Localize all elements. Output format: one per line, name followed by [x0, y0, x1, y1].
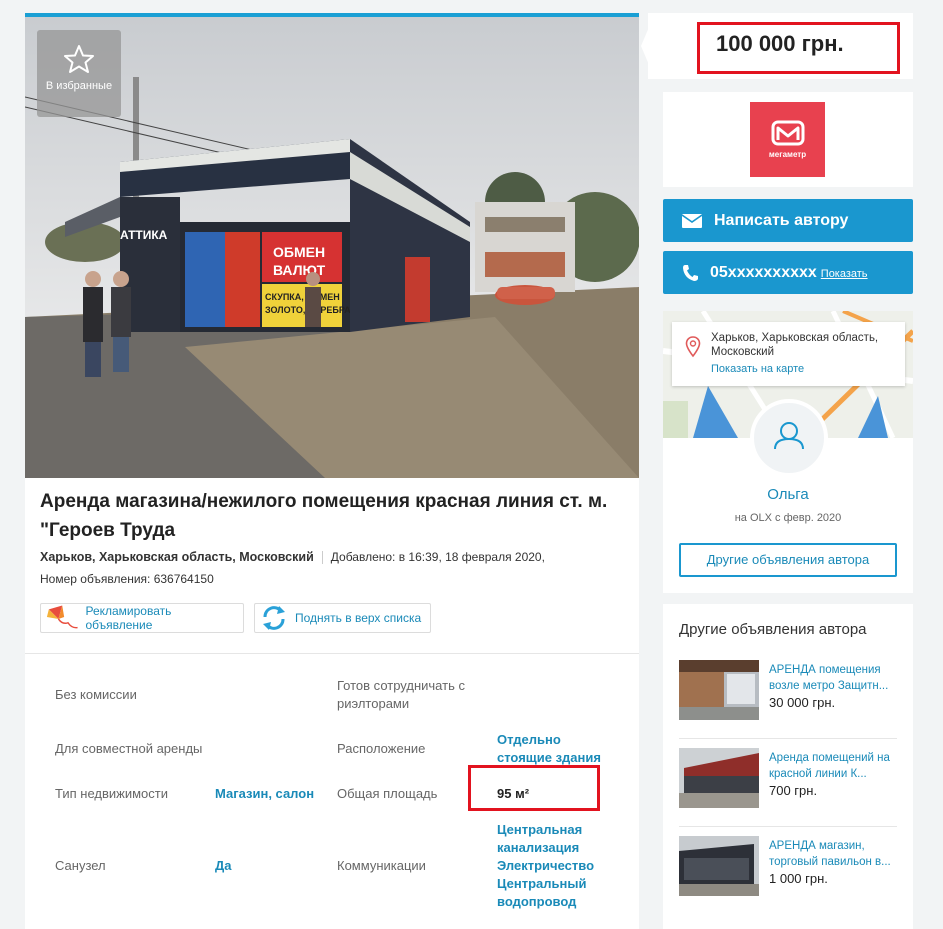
phone-icon [683, 264, 698, 281]
param-no-commission: Без комиссии [55, 687, 137, 702]
param-location-label: Расположение [337, 741, 426, 756]
param-comm-values[interactable]: Центральная канализация Электричество Це… [497, 821, 594, 911]
author-since: на OLX с февр. 2020 [734, 512, 842, 524]
other-ad-title-line: АРЕНДА магазин, [769, 840, 865, 852]
listing-title: Аренда магазина/нежилого помещения красн… [40, 491, 608, 541]
other-ads-title: Другие объявления автора [679, 621, 867, 638]
raise-button[interactable]: Поднять в верх списка [254, 603, 431, 633]
seller-logo-box: мегаметр [663, 92, 913, 187]
write-author-label: Написать автору [714, 211, 849, 229]
other-ad-thumbnail [679, 748, 759, 808]
other-ad-title: Аренда помещений на красной линии К... [769, 750, 901, 782]
photo-sign-exchange-1: ОБМЕН [273, 244, 325, 260]
other-ad-title-line: возле метро Защитн... [769, 680, 889, 692]
photo-sign-buy-1: СКУПКА, ОБМЕН [265, 292, 340, 302]
section-divider [25, 653, 639, 654]
logo-mark-icon [771, 120, 805, 146]
other-ad-thumbnail [679, 660, 759, 720]
meta-divider [321, 551, 323, 565]
comm-line: канализация [497, 840, 580, 855]
show-on-map-link[interactable]: Показать на карте [711, 363, 804, 375]
phone-number: 05xxxxxxxxxx [710, 263, 817, 281]
star-icon [64, 45, 94, 73]
envelope-icon [682, 213, 702, 228]
param-comm-label: Коммуникации [337, 858, 426, 873]
param-ready-realtors: Готов сотрудничать с риэлторами [337, 678, 465, 711]
other-ad-thumbnail [679, 836, 759, 896]
map-address-line-2: Московский [711, 346, 775, 358]
param-bathroom-value[interactable]: Да [215, 857, 232, 875]
logo-text: мегаметр [768, 150, 807, 159]
favorite-label: В избранные [45, 80, 113, 92]
param-type-label: Тип недвижимости [55, 786, 169, 801]
other-ads-divider [679, 738, 897, 739]
listing-ad-number: Номер объявления: 636764150 [40, 572, 214, 586]
kite-icon [46, 605, 78, 629]
listing-added: Добавлено: в 16:39, 18 февраля 2020, [330, 550, 545, 564]
other-ads-button[interactable]: Другие объявления автора [679, 543, 897, 577]
write-author-button[interactable]: Написать автору [663, 199, 913, 242]
author-name[interactable]: Ольга [663, 486, 913, 503]
listing-location[interactable]: Харьков, Харьковская область, Московский [40, 550, 314, 564]
show-phone-link[interactable]: Показать [821, 268, 868, 280]
area-highlight-box [468, 765, 600, 811]
map-address: Харьков, Харьковская область, Московский [711, 331, 878, 359]
param-joint-rent: Для совместной аренды [55, 741, 203, 756]
other-ad-item[interactable]: Аренда помещений на красной линии К... 7… [679, 748, 901, 812]
other-ads-divider [679, 826, 897, 827]
comm-line: Центральный [497, 876, 587, 891]
promote-label: Рекламировать объявление [85, 604, 172, 632]
param-location-value[interactable]: Отдельно стоящие здания [497, 731, 601, 767]
map-pin-icon [685, 336, 701, 358]
other-ad-title-line: Аренда помещений на [769, 752, 890, 764]
other-ad-title: АРЕНДА магазин, торговый павильон в... [769, 838, 901, 870]
param-type-value[interactable]: Магазин, салон [215, 785, 314, 803]
other-ad-item[interactable]: АРЕНДА помещения возле метро Защитн... 3… [679, 660, 901, 724]
listing-meta: Харьков, Харьковская область, Московский… [40, 550, 545, 565]
refresh-icon [263, 606, 285, 630]
other-ads-section: Другие объявления автора АРЕНДА помещени… [663, 604, 913, 929]
phone-button[interactable]: 05xxxxxxxxxx Показать [663, 251, 913, 294]
other-ad-title-line: торговый павильон в... [769, 856, 891, 868]
favorite-button[interactable]: В избранные [37, 30, 121, 117]
location-value-line-1: Отдельно [497, 732, 561, 747]
other-ad-item[interactable]: АРЕНДА магазин, торговый павильон в... 1… [679, 836, 901, 900]
param-area-label: Общая площадь [337, 786, 438, 801]
other-ad-title: АРЕНДА помещения возле метро Защитн... [769, 662, 901, 694]
user-icon [774, 422, 804, 450]
megametr-logo[interactable]: мегаметр [750, 102, 825, 177]
other-ad-title-line: красной линии К... [769, 768, 867, 780]
raise-label: Поднять в верх списка [295, 611, 422, 625]
avatar[interactable] [750, 399, 828, 477]
other-ad-price: 700 грн. [769, 783, 818, 798]
map-address-line-1: Харьков, Харьковская область, [711, 332, 879, 344]
other-ad-title-line: АРЕНДА помещения [769, 664, 881, 676]
map-address-card: Харьков, Харьковская область, Московский… [672, 322, 905, 386]
listing-photo[interactable]: ОБМЕН ВАЛЮТ СКУПКА, ОБМЕН ЗОЛОТО, СЕРЕБР… [25, 17, 639, 478]
other-ad-price: 30 000 грн. [769, 695, 836, 710]
price-highlight-box [697, 22, 900, 74]
comm-line: Электричество [497, 858, 595, 873]
param-bathroom-label: Санузел [55, 858, 106, 873]
comm-line: Центральная [497, 822, 583, 837]
comm-line: водопровод [497, 894, 577, 909]
other-ad-price: 1 000 грн. [769, 871, 828, 886]
photo-sign-attika: АТТИКА [120, 228, 168, 242]
author-card: Харьков, Харьковская область, Московский… [663, 311, 913, 593]
promote-button[interactable]: Рекламировать объявление [40, 603, 244, 633]
